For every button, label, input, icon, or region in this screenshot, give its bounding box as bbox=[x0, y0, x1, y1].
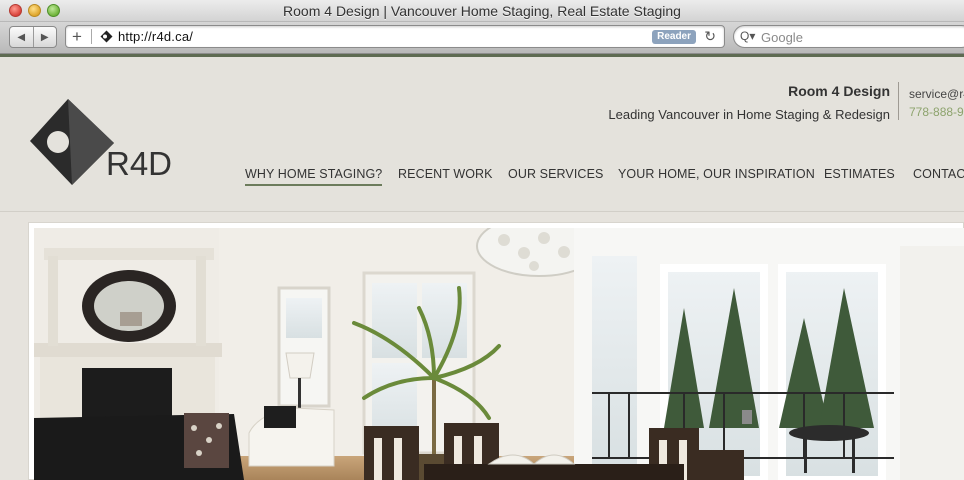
nav-recent-work[interactable]: RECENT WORK bbox=[398, 167, 493, 181]
address-bar[interactable]: + http://r4d.ca/ Reader ↻ bbox=[65, 25, 725, 48]
address-divider bbox=[91, 29, 92, 44]
nav-contact[interactable]: CONTACT bbox=[913, 167, 964, 181]
reload-icon[interactable]: ↻ bbox=[704, 28, 716, 45]
search-placeholder: Google bbox=[761, 30, 803, 45]
r4d-favicon-icon bbox=[100, 30, 113, 43]
back-arrow-icon: ◀ bbox=[17, 31, 26, 43]
contact-email-link[interactable]: service@r4d.ca bbox=[909, 87, 964, 101]
nav-your-home-our-inspiration[interactable]: YOUR HOME, OUR INSPIRATION bbox=[618, 167, 815, 181]
search-icon[interactable]: Q▾ bbox=[740, 29, 755, 43]
reader-button[interactable]: Reader bbox=[652, 30, 696, 44]
plus-icon[interactable]: + bbox=[72, 27, 82, 46]
url-field[interactable]: http://r4d.ca/ bbox=[118, 29, 193, 44]
site-header: R4D Room 4 Design Leading Vancouver in H… bbox=[0, 57, 964, 212]
main-nav: WHY HOME STAGING? RECENT WORK OUR SERVIC… bbox=[0, 167, 964, 197]
nav-our-services[interactable]: OUR SERVICES bbox=[508, 167, 603, 181]
contact-divider bbox=[898, 82, 899, 120]
forward-arrow-icon: ▶ bbox=[40, 31, 49, 43]
forward-button[interactable]: ▶ bbox=[34, 27, 57, 47]
hero-image bbox=[34, 228, 964, 480]
staged-living-room-illustration bbox=[34, 228, 964, 480]
search-field[interactable]: Q▾ Google bbox=[733, 25, 964, 48]
history-buttons: ◀ ▶ bbox=[9, 26, 57, 48]
window-titlebar: Room 4 Design | Vancouver Home Staging, … bbox=[0, 0, 964, 22]
contact-phone: 778-888-9 bbox=[909, 105, 964, 119]
tagline: Leading Vancouver in Home Staging & Rede… bbox=[608, 107, 890, 122]
nav-why-home-staging[interactable]: WHY HOME STAGING? bbox=[245, 167, 383, 186]
back-button[interactable]: ◀ bbox=[10, 27, 34, 47]
company-name: Room 4 Design bbox=[788, 83, 890, 99]
window-title: Room 4 Design | Vancouver Home Staging, … bbox=[283, 3, 681, 19]
contact-block: Room 4 Design Leading Vancouver in Home … bbox=[560, 83, 890, 122]
browser-toolbar: ◀ ▶ + http://r4d.ca/ Reader ↻ Q▾ Google bbox=[0, 22, 964, 54]
nav-estimates[interactable]: ESTIMATES bbox=[824, 167, 895, 181]
